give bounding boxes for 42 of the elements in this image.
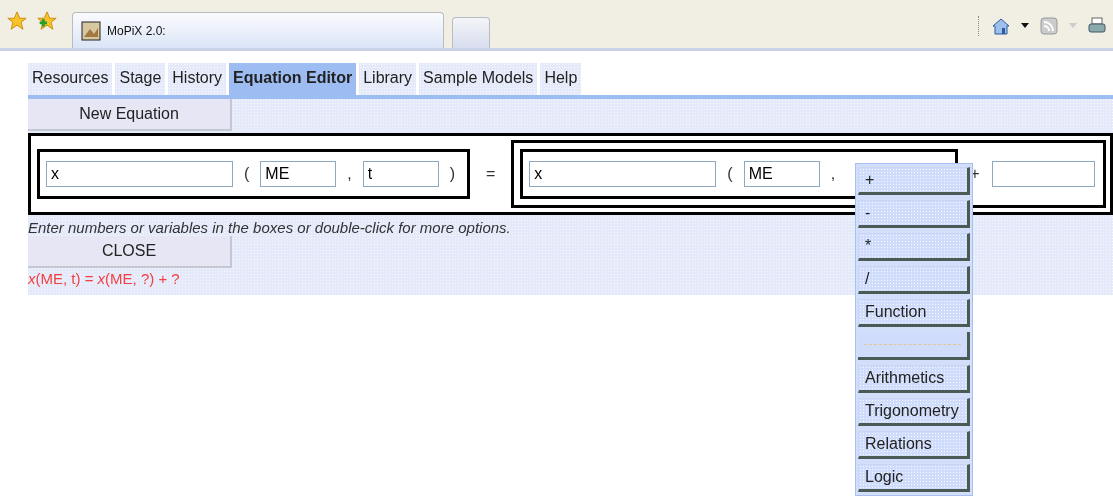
input-field[interactable]: x: [46, 161, 233, 187]
new-equation-button[interactable]: New Equation: [28, 99, 232, 131]
feed-icon[interactable]: [1039, 16, 1059, 36]
hint-text: Enter numbers or variables in the boxes or double-click for more options.: [28, 219, 511, 236]
input-field[interactable]: ME: [260, 161, 337, 187]
input-field[interactable]: t: [362, 161, 439, 187]
bracket-text: (: [244, 165, 250, 183]
add-favorite-icon[interactable]: [36, 10, 58, 32]
caret-icon[interactable]: [1021, 23, 1029, 29]
menu-item[interactable]: Relations: [858, 431, 970, 459]
menu-item[interactable]: /: [858, 266, 970, 294]
bracket-text: (: [727, 165, 733, 183]
equals-text: =: [486, 165, 496, 183]
nav-tab[interactable]: Resources: [28, 63, 113, 95]
print-icon[interactable]: [1087, 16, 1107, 36]
page-icon: [81, 20, 101, 41]
nav-tab[interactable]: History: [168, 63, 227, 95]
menu-item[interactable]: Arithmetics: [858, 365, 970, 393]
browser-tab[interactable]: MoPiX 2.0:: [72, 12, 444, 48]
menu-item[interactable]: -: [858, 200, 970, 228]
input-field[interactable]: ME: [743, 161, 820, 187]
nav-tab[interactable]: Help: [540, 63, 582, 95]
input-field[interactable]: [991, 161, 1095, 187]
comma-text: ,: [347, 165, 352, 183]
nav-tab[interactable]: Library: [359, 63, 417, 95]
formula-text: x(ME, t) = x(ME, ?) + ?: [28, 270, 180, 287]
comma-text: ,: [830, 165, 836, 183]
menu-item[interactable]: Function: [858, 299, 970, 327]
input-field[interactable]: x: [529, 161, 717, 187]
star-icon[interactable]: [6, 10, 28, 32]
menu-item[interactable]: Logic: [858, 464, 970, 492]
home-icon[interactable]: [991, 16, 1011, 36]
new-tab-button[interactable]: [452, 17, 490, 48]
nav-tab[interactable]: Equation Editor: [229, 63, 357, 95]
nav-tab[interactable]: Stage: [115, 63, 166, 95]
close-button[interactable]: CLOSE: [28, 236, 232, 268]
nav-tab[interactable]: Sample Models: [419, 63, 538, 95]
menu-item[interactable]: Trigonometry: [858, 398, 970, 426]
menu-item[interactable]: *: [858, 233, 970, 261]
bracket-text: ): [449, 165, 456, 183]
menu-item[interactable]: +: [858, 167, 970, 195]
tab-title: MoPiX 2.0:: [107, 23, 166, 38]
